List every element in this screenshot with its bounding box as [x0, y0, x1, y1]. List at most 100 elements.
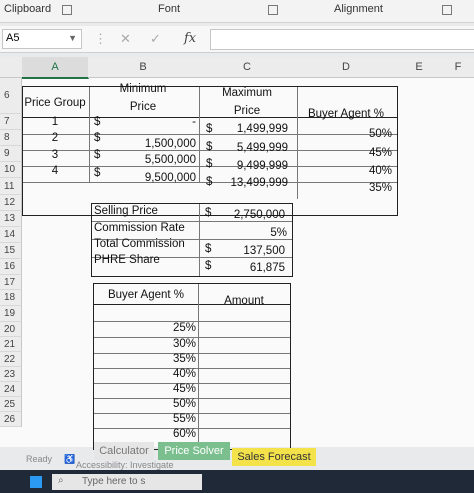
row-header-16[interactable]: 16 — [0, 259, 22, 275]
row-header-14[interactable]: 14 — [0, 227, 22, 243]
currency-symbol: $ — [205, 243, 212, 255]
max-price-cell[interactable]: 1,499,999 — [220, 123, 288, 135]
total-commission-value[interactable]: 137,500 — [215, 245, 285, 257]
cancel-icon[interactable]: ✕ — [120, 31, 131, 47]
header-minimum-line1: Minimum — [119, 83, 167, 95]
worksheet-grid[interactable]: A B C D E F 6 7 8 9 10 11 12 13 14 15 16… — [0, 57, 474, 450]
row-header-21[interactable]: 21 — [0, 337, 22, 352]
currency-symbol: $ — [206, 176, 213, 188]
ribbon-group-font: Font — [158, 3, 181, 15]
buyer-agent-pct-cell[interactable]: 35% — [300, 182, 392, 194]
price-group-cell[interactable]: 1 — [22, 116, 88, 128]
column-header-c[interactable]: C — [198, 57, 297, 78]
min-price-cell[interactable]: 5,500,000 — [110, 154, 196, 166]
header-buyer-agent-pct-2: Buyer Agent % — [107, 289, 185, 301]
pct-cell[interactable]: 25% — [100, 322, 196, 334]
ribbon-group-alignment: Alignment — [334, 3, 383, 15]
pct-cell[interactable]: 60% — [100, 428, 196, 440]
row-header-18[interactable]: 18 — [0, 290, 22, 306]
row-header-10[interactable]: 10 — [0, 162, 22, 178]
commission-rate-label: Commission Rate — [94, 222, 185, 234]
max-price-cell[interactable]: 13,499,999 — [220, 177, 288, 189]
currency-symbol: $ — [94, 149, 101, 161]
max-price-cell[interactable]: 5,499,999 — [220, 142, 288, 154]
ribbon: Clipboard Font Alignment — [0, 0, 474, 23]
buyer-agent-pct-cell[interactable]: 45% — [300, 147, 392, 159]
header-minimum-line2: Price — [129, 101, 157, 113]
currency-symbol: $ — [94, 132, 101, 144]
price-group-cell[interactable]: 2 — [22, 132, 88, 144]
price-group-cell[interactable]: 4 — [22, 165, 88, 177]
column-header-a[interactable]: A — [22, 57, 89, 79]
column-header-d[interactable]: D — [296, 57, 397, 78]
divider — [297, 87, 298, 199]
price-group-cell[interactable]: 3 — [22, 149, 88, 161]
currency-symbol: $ — [206, 123, 213, 135]
row-header-7[interactable]: 7 — [0, 114, 22, 130]
status-ready: Ready — [26, 454, 53, 464]
commission-rate-value[interactable]: 5% — [215, 227, 287, 239]
header-buyer-agent-pct: Buyer Agent % — [307, 108, 385, 120]
currency-symbol: $ — [205, 207, 212, 219]
clipboard-launcher-icon[interactable] — [62, 5, 72, 15]
search-icon: ⌕ — [58, 475, 64, 486]
buyer-agent-pct-cell[interactable]: 50% — [300, 128, 392, 140]
status-bar: Ready ♿ Accessibility: Investigate — [0, 452, 474, 472]
status-accessibility[interactable]: Accessibility: Investigate — [76, 460, 174, 470]
pct-cell[interactable]: 30% — [100, 338, 196, 350]
row-header-26[interactable]: 26 — [0, 412, 22, 427]
selling-price-label: Selling Price — [94, 205, 158, 217]
pct-cell[interactable]: 40% — [100, 368, 196, 380]
select-all-corner[interactable] — [0, 57, 23, 78]
row-header-11[interactable]: 11 — [0, 178, 22, 195]
more-icon: ⋮ — [94, 31, 107, 46]
row-header-9[interactable]: 9 — [0, 146, 22, 162]
row-header-6[interactable]: 6 — [0, 78, 22, 114]
row-header-13[interactable]: 13 — [0, 211, 22, 227]
name-box-value: A5 — [6, 32, 20, 44]
row-header-19[interactable]: 19 — [0, 306, 22, 322]
search-placeholder: Type here to s — [82, 476, 146, 487]
header-maximum-line1: Maximum — [222, 87, 272, 99]
phre-share-value[interactable]: 61,875 — [215, 262, 285, 274]
pct-cell[interactable]: 35% — [100, 353, 196, 365]
row-header-25[interactable]: 25 — [0, 397, 22, 412]
row-header-8[interactable]: 8 — [0, 130, 22, 146]
row-header-23[interactable]: 23 — [0, 367, 22, 382]
row-header-20[interactable]: 20 — [0, 322, 22, 337]
column-header-f[interactable]: F — [442, 57, 474, 78]
row-header-17[interactable]: 17 — [0, 275, 22, 290]
insert-function-icon[interactable]: fx — [184, 31, 196, 46]
row-header-12[interactable]: 12 — [0, 195, 22, 211]
header-amount: Amount — [224, 295, 264, 307]
selling-price-value[interactable]: 2,750,000 — [215, 209, 285, 221]
ribbon-group-clipboard: Clipboard — [4, 3, 52, 15]
pct-cell[interactable]: 50% — [100, 398, 196, 410]
name-box[interactable]: A5 ▼ — [2, 29, 82, 49]
taskbar-search[interactable]: ⌕ Type here to s — [52, 474, 202, 490]
row-header-15[interactable]: 15 — [0, 243, 22, 259]
row-header-24[interactable]: 24 — [0, 382, 22, 397]
min-price-cell[interactable]: - — [110, 116, 196, 128]
formula-input[interactable] — [210, 29, 474, 50]
currency-symbol: $ — [94, 167, 101, 179]
taskbar: ⌕ Type here to s — [0, 470, 474, 493]
pct-cell[interactable]: 45% — [100, 383, 196, 395]
divider — [199, 204, 200, 276]
buyer-agent-pct-cell[interactable]: 40% — [300, 165, 392, 177]
chevron-down-icon[interactable]: ▼ — [68, 33, 77, 43]
header-maximum-line2: Price — [233, 105, 261, 117]
pct-cell[interactable]: 55% — [100, 413, 196, 425]
enter-icon[interactable]: ✓ — [150, 31, 161, 47]
max-price-cell[interactable]: 9,499,999 — [220, 160, 288, 172]
alignment-launcher-icon[interactable] — [442, 5, 452, 15]
min-price-cell[interactable]: 9,500,000 — [110, 172, 196, 184]
currency-symbol: $ — [94, 116, 101, 128]
header-price-group: Price Group — [24, 97, 86, 109]
windows-start-icon[interactable] — [30, 476, 42, 488]
row-header-22[interactable]: 22 — [0, 352, 22, 367]
column-header-b[interactable]: B — [88, 57, 199, 78]
min-price-cell[interactable]: 1,500,000 — [110, 138, 196, 150]
font-launcher-icon[interactable] — [268, 5, 278, 15]
column-header-e[interactable]: E — [396, 57, 443, 78]
